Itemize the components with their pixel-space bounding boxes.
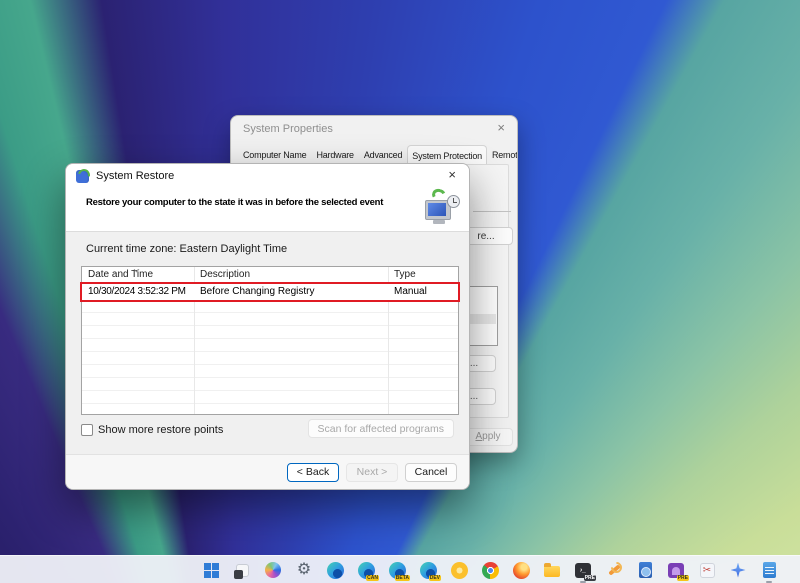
table-empty-row	[82, 378, 458, 391]
next-button[interactable]: Next >	[346, 463, 398, 482]
taskbar: CAN BETA DEV PRE PRE	[0, 555, 800, 583]
table-empty-row	[82, 391, 458, 404]
taskbar-icon-row: CAN BETA DEV PRE PRE	[202, 556, 778, 583]
desktop-wallpaper: System Properties × Computer Name Hardwa…	[0, 0, 800, 583]
copilot-sparkle-icon[interactable]	[729, 561, 747, 579]
edge-canary-icon[interactable]: CAN	[357, 561, 375, 579]
tab-hardware[interactable]: Hardware	[311, 145, 358, 165]
tab-remote[interactable]: Remote	[487, 145, 518, 165]
checkbox-box[interactable]	[81, 424, 93, 436]
badge: PRE	[677, 575, 689, 581]
table-empty-row	[82, 313, 458, 326]
system-restore-titlebar[interactable]: System Restore	[66, 164, 469, 188]
cell-type: Manual	[388, 284, 458, 300]
tab-strip: Computer Name Hardware Advanced System P…	[238, 144, 518, 165]
badge: CAN	[366, 575, 379, 581]
system-restore-icon	[76, 170, 89, 183]
selected-restore-point-row[interactable]: 10/30/2024 3:52:32 PM Before Changing Re…	[82, 284, 458, 300]
tab-advanced[interactable]: Advanced	[359, 145, 407, 165]
close-icon[interactable]: ×	[497, 120, 505, 135]
table-empty-row	[82, 404, 458, 417]
wizard-header-text: Restore your computer to the state it wa…	[86, 197, 383, 208]
terminal-preview-icon[interactable]: PRE	[574, 561, 592, 579]
chrome-icon[interactable]	[481, 561, 499, 579]
column-header-type[interactable]: Type	[388, 267, 458, 283]
edge-beta-icon[interactable]: BETA	[388, 561, 406, 579]
edge-icon[interactable]	[326, 561, 344, 579]
web-document-icon[interactable]	[636, 561, 654, 579]
copilot-icon[interactable]	[264, 561, 282, 579]
back-button[interactable]: < Back	[287, 463, 339, 482]
dialog-footer: < Back Next > Cancel	[66, 454, 469, 489]
badge: DEV	[429, 575, 441, 581]
apply-button[interactable]: Apply	[463, 428, 513, 446]
start-icon[interactable]	[202, 561, 220, 579]
table-empty-row	[82, 352, 458, 365]
window-title: System Properties	[243, 123, 333, 135]
show-more-restore-points-checkbox[interactable]: Show more restore points	[81, 424, 223, 436]
cell-description: Before Changing Registry	[194, 284, 388, 300]
files-preview-icon[interactable]: PRE	[667, 561, 685, 579]
checkbox-label: Show more restore points	[98, 424, 223, 436]
task-view-icon[interactable]	[233, 561, 251, 579]
system-restore-window: System Restore × Restore your computer t…	[65, 163, 470, 490]
restore-computer-clock-icon	[423, 189, 461, 229]
cancel-button[interactable]: Cancel	[405, 463, 457, 482]
chrome-canary-icon[interactable]	[450, 561, 468, 579]
close-icon[interactable]: ×	[448, 167, 456, 182]
window-title: System Restore	[96, 170, 174, 182]
separator	[473, 211, 511, 212]
timezone-label: Current time zone: Eastern Daylight Time	[86, 243, 287, 255]
file-explorer-icon[interactable]	[543, 561, 561, 579]
badge: BETA	[395, 575, 410, 581]
table-empty-row	[82, 300, 458, 313]
snipping-tool-icon[interactable]	[698, 561, 716, 579]
settings-gear-icon[interactable]	[295, 561, 313, 579]
column-header-description[interactable]: Description	[194, 267, 388, 283]
notepad-icon[interactable]	[760, 561, 778, 579]
cell-date: 10/30/2024 3:52:32 PM	[82, 284, 194, 300]
wizard-header: Restore your computer to the state it wa…	[66, 188, 469, 232]
table-empty-row	[82, 365, 458, 378]
table-empty-row	[82, 339, 458, 352]
dev-home-wrench-icon[interactable]	[605, 561, 623, 579]
edge-dev-icon[interactable]: DEV	[419, 561, 437, 579]
system-properties-titlebar[interactable]: System Properties	[231, 116, 517, 142]
badge: PRE	[584, 575, 596, 581]
firefox-icon[interactable]	[512, 561, 530, 579]
restore-points-table[interactable]: Date and Time Description Type 10/30/202…	[81, 266, 459, 415]
table-header-row: Date and Time Description Type	[82, 267, 458, 284]
scan-affected-programs-button[interactable]: Scan for affected programs	[308, 419, 454, 438]
table-empty-row	[82, 326, 458, 339]
column-header-date[interactable]: Date and Time	[82, 267, 194, 283]
tab-computer-name[interactable]: Computer Name	[238, 145, 311, 165]
